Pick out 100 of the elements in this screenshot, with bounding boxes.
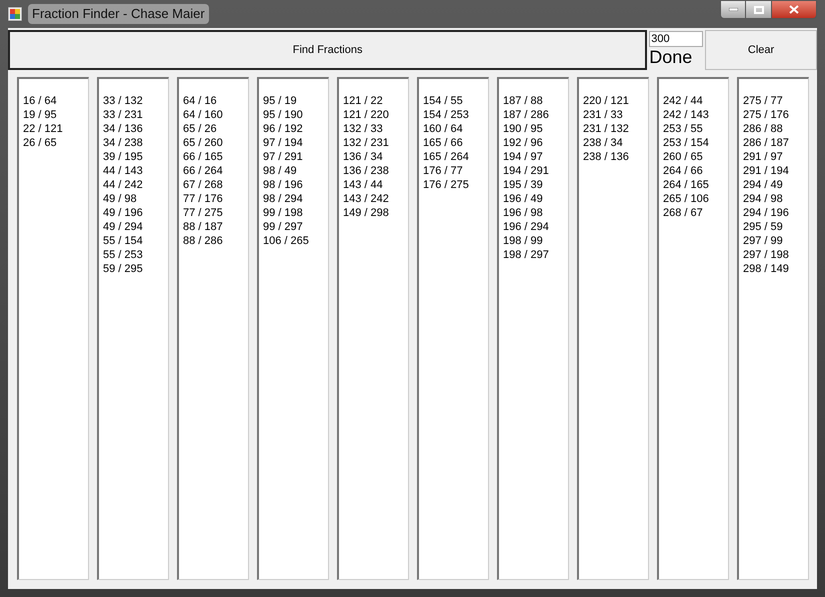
fraction-list[interactable]: 121 / 22 121 / 220 132 / 33 132 / 231 136 / 34 136 / 238 143 / 44 143 / 242 149 / 298: [337, 77, 409, 580]
fraction-item: 95 / 19: [263, 94, 298, 108]
fraction-item: 294 / 49: [743, 178, 784, 192]
fraction-list[interactable]: 220 / 121 231 / 33 231 / 132 238 / 34 238 / 136: [577, 77, 649, 580]
fraction-item: 77 / 275: [183, 206, 224, 220]
fraction-item: 176 / 77: [423, 164, 464, 178]
fraction-item: 295 / 59: [743, 220, 784, 234]
fraction-item: 253 / 55: [663, 122, 704, 136]
fraction-item: 99 / 297: [263, 220, 304, 234]
fraction-list[interactable]: 16 / 64 19 / 95 22 / 121 26 / 65: [17, 77, 89, 580]
fraction-item: 220 / 121: [583, 94, 630, 108]
fraction-item: 294 / 196: [743, 206, 790, 220]
fraction-item: 149 / 298: [343, 206, 390, 220]
fraction-item: 286 / 187: [743, 136, 790, 150]
fraction-item: 97 / 194: [263, 136, 304, 150]
fraction-item: 66 / 264: [183, 164, 224, 178]
fraction-item: 260 / 65: [663, 150, 704, 164]
fraction-item: 187 / 88: [503, 94, 544, 108]
fraction-item: 176 / 275: [423, 178, 470, 192]
fraction-item: 192 / 96: [503, 136, 544, 150]
fraction-item: 143 / 242: [343, 192, 390, 206]
fraction-item: 34 / 238: [103, 136, 144, 150]
fraction-list[interactable]: 95 / 19 95 / 190 96 / 192 97 / 194 97 / 291 98 / 49 98 / 196 98 / 294 99 / 198 99 / 297 106 / 265: [257, 77, 329, 580]
fraction-item: 49 / 196: [103, 206, 144, 220]
fraction-item: 77 / 176: [183, 192, 224, 206]
window-title: Fraction Finder - Chase Maier: [28, 4, 209, 24]
fraction-item: 88 / 286: [183, 234, 224, 248]
fraction-item: 275 / 176: [743, 108, 790, 122]
fraction-list[interactable]: 242 / 44 242 / 143 253 / 55 253 / 154 260 / 65 264 / 66 264 / 165 265 / 106 268 / 67: [657, 77, 729, 580]
status-label: Done: [649, 47, 694, 67]
fraction-item: 198 / 99: [503, 234, 544, 248]
fraction-list[interactable]: 154 / 55 154 / 253 160 / 64 165 / 66 165 / 264 176 / 77 176 / 275: [417, 77, 489, 580]
fraction-item: 49 / 98: [103, 192, 138, 206]
fraction-item: 39 / 195: [103, 150, 144, 164]
limit-input-field[interactable]: 300: [649, 31, 704, 47]
find-fractions-button[interactable]: Find Fractions: [8, 30, 648, 70]
fraction-item: 22 / 121: [23, 122, 64, 136]
fraction-item: 33 / 231: [103, 108, 144, 122]
fraction-item: 88 / 187: [183, 220, 224, 234]
fraction-item: 238 / 34: [583, 136, 624, 150]
fraction-item: 242 / 44: [663, 94, 704, 108]
fraction-item: 165 / 66: [423, 136, 464, 150]
fraction-item: 97 / 291: [263, 150, 304, 164]
fraction-item: 196 / 49: [503, 192, 544, 206]
fraction-list[interactable]: 64 / 16 64 / 160 65 / 26 65 / 260 66 / 165 66 / 264 67 / 268 77 / 176 77 / 275 88 / 187 88 / 286: [177, 77, 249, 580]
fraction-item: 132 / 231: [343, 136, 390, 150]
fraction-item: 265 / 106: [663, 192, 710, 206]
fraction-item: 121 / 220: [343, 108, 390, 122]
fraction-item: 187 / 286: [503, 108, 550, 122]
fraction-list[interactable]: 33 / 132 33 / 231 34 / 136 34 / 238 39 / 195 44 / 143 44 / 242 49 / 98 49 / 196 49 / 294 55 / 154 55 / 253 59 / 295: [97, 77, 169, 580]
fraction-item: 95 / 190: [263, 108, 304, 122]
fraction-item: 291 / 194: [743, 164, 790, 178]
minimize-icon: [728, 8, 738, 11]
fraction-item: 98 / 196: [263, 178, 304, 192]
fraction-item: 253 / 154: [663, 136, 710, 150]
fraction-item: 231 / 33: [583, 108, 624, 122]
fraction-item: 136 / 34: [343, 150, 384, 164]
fraction-item: 294 / 98: [743, 192, 784, 206]
fraction-item: 196 / 294: [503, 220, 550, 234]
fraction-item: 291 / 97: [743, 150, 784, 164]
fraction-item: 98 / 294: [263, 192, 304, 206]
fraction-item: 96 / 192: [263, 122, 304, 136]
fraction-item: 268 / 67: [663, 206, 704, 220]
fraction-item: 16 / 64: [23, 94, 58, 108]
fraction-list[interactable]: 275 / 77 275 / 176 286 / 88 286 / 187 291 / 97 291 / 194 294 / 49 294 / 98 294 / 196 295 / 59 297 / 99 297 / 198 298 / 149: [737, 77, 809, 580]
fraction-item: 67 / 268: [183, 178, 224, 192]
fraction-item: 264 / 66: [663, 164, 704, 178]
fraction-item: 194 / 97: [503, 150, 544, 164]
fraction-item: 196 / 98: [503, 206, 544, 220]
fraction-item: 66 / 165: [183, 150, 224, 164]
fraction-item: 238 / 136: [583, 150, 630, 164]
fraction-item: 154 / 253: [423, 108, 470, 122]
fraction-item: 264 / 165: [663, 178, 710, 192]
fraction-item: 275 / 77: [743, 94, 784, 108]
close-icon: [789, 5, 799, 14]
maximize-button[interactable]: [746, 0, 772, 19]
fraction-item: 121 / 22: [343, 94, 384, 108]
fraction-item: 165 / 264: [423, 150, 470, 164]
fraction-item: 65 / 260: [183, 136, 224, 150]
close-button[interactable]: [772, 0, 817, 19]
fraction-item: 160 / 64: [423, 122, 464, 136]
fraction-item: 55 / 253: [103, 248, 144, 262]
fraction-item: 298 / 149: [743, 262, 790, 276]
fraction-item: 99 / 198: [263, 206, 304, 220]
fraction-item: 26 / 65: [23, 136, 58, 150]
fraction-list[interactable]: 187 / 88 187 / 286 190 / 95 192 / 96 194 / 97 194 / 291 195 / 39 196 / 49 196 / 98 196 / 294 198 / 99 198 / 297: [497, 77, 569, 580]
fraction-item: 19 / 95: [23, 108, 58, 122]
fraction-item: 194 / 291: [503, 164, 550, 178]
fraction-item: 195 / 39: [503, 178, 544, 192]
minimize-button[interactable]: [720, 0, 746, 19]
fraction-item: 64 / 16: [183, 94, 218, 108]
fraction-item: 44 / 242: [103, 178, 144, 192]
fraction-item: 190 / 95: [503, 122, 544, 136]
fraction-item: 64 / 160: [183, 108, 224, 122]
fraction-item: 231 / 132: [583, 122, 630, 136]
clear-button[interactable]: Clear: [705, 30, 817, 70]
fraction-item: 132 / 33: [343, 122, 384, 136]
fraction-item: 59 / 295: [103, 262, 144, 276]
fraction-item: 44 / 143: [103, 164, 144, 178]
fraction-item: 49 / 294: [103, 220, 144, 234]
